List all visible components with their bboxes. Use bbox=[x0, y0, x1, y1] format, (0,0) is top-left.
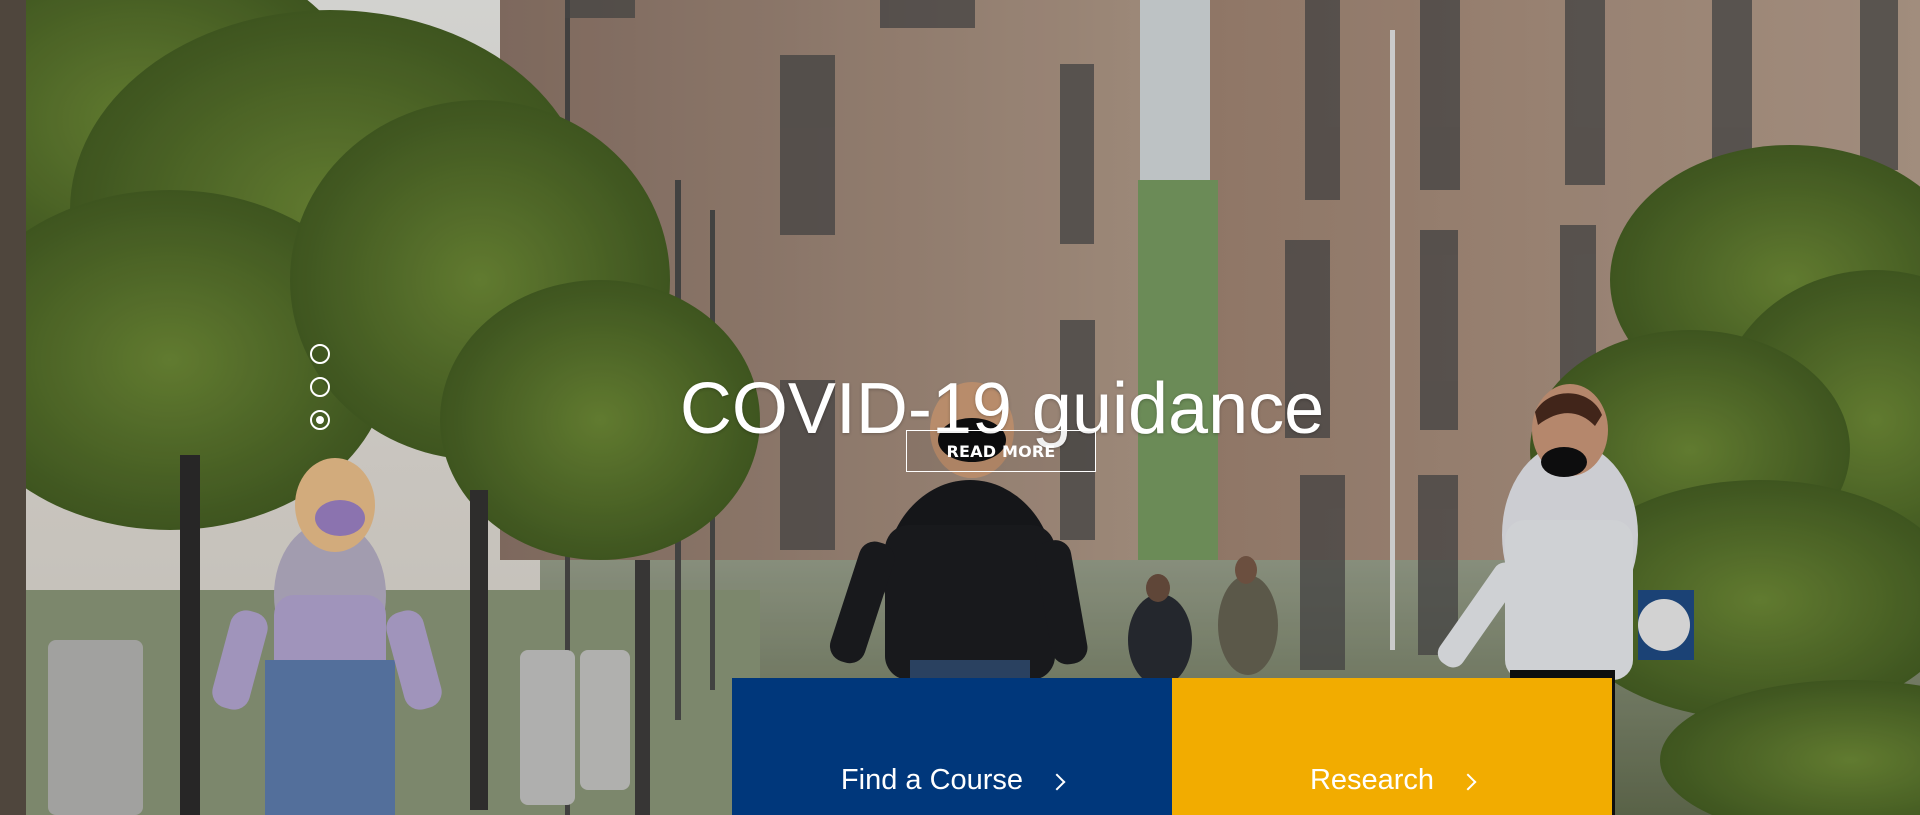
read-more-button[interactable]: READ MORE bbox=[906, 430, 1096, 472]
find-a-course-button[interactable]: Find a Course bbox=[732, 678, 1172, 815]
research-label: Research bbox=[1309, 764, 1435, 796]
chevron-right-icon bbox=[1459, 773, 1477, 790]
chevron-right-icon bbox=[1048, 773, 1066, 790]
hero-banner: COVID-19 guidance READ MORE Find a Cours… bbox=[0, 0, 1920, 815]
find-a-course-label: Find a Course bbox=[840, 764, 1024, 796]
carousel-dot-1[interactable] bbox=[310, 344, 330, 364]
research-button[interactable]: Research bbox=[1172, 678, 1612, 815]
